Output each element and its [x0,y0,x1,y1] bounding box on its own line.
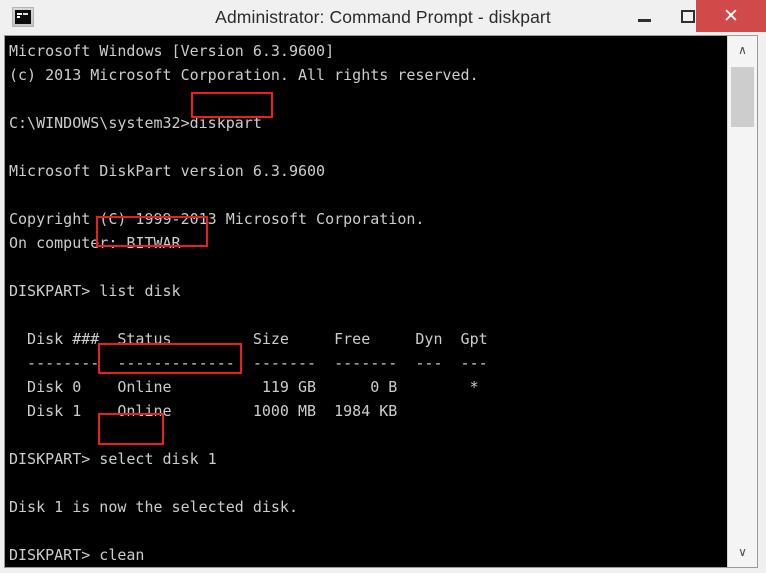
command-prompt-window: Administrator: Command Prompt - diskpart… [0,0,766,573]
scroll-down-arrow-icon[interactable]: ∨ [728,538,757,567]
console-line: Disk 1 is now the selected disk. [9,498,298,516]
console-line: Disk ### Status Size Free Dyn Gpt [9,330,488,348]
console-line: C:\WINDOWS\system32>diskpart [9,114,262,132]
scrollbar-track[interactable] [728,65,757,538]
minimize-icon [638,19,651,22]
console-line: -------- ------------- ------- ------- -… [9,354,488,372]
console-line: Disk 0 Online 119 GB 0 B * [9,378,479,396]
console-line: Microsoft Windows [Version 6.3.9600] [9,42,335,60]
console-line: Microsoft DiskPart version 6.3.9600 [9,162,326,180]
title-bar[interactable]: Administrator: Command Prompt - diskpart… [0,0,766,35]
console-line-list: Microsoft Windows [Version 6.3.9600] (c) … [9,39,723,567]
console-line: On computer: BITWAR [9,234,181,252]
console-line: (c) 2013 Microsoft Corporation. All righ… [9,66,479,84]
scrollbar-thumb[interactable] [731,67,754,127]
vertical-scrollbar[interactable]: ∧ ∨ [727,36,757,567]
console-line: DISKPART> list disk [9,282,181,300]
close-button[interactable]: ✕ [696,0,766,32]
maximize-icon [681,10,695,23]
close-icon: ✕ [723,5,739,27]
scroll-up-arrow-icon[interactable]: ∧ [728,36,757,65]
console-line: Copyright (C) 1999-2013 Microsoft Corpor… [9,210,425,228]
console-line: DISKPART> select disk 1 [9,450,217,468]
console-line: DISKPART> clean [9,546,145,564]
console-line: Disk 1 Online 1000 MB 1984 KB [9,402,398,420]
console-client-area: Microsoft Windows [Version 6.3.9600] (c) … [4,35,758,568]
console-output[interactable]: Microsoft Windows [Version 6.3.9600] (c) … [5,36,727,567]
minimize-button[interactable] [622,0,666,32]
